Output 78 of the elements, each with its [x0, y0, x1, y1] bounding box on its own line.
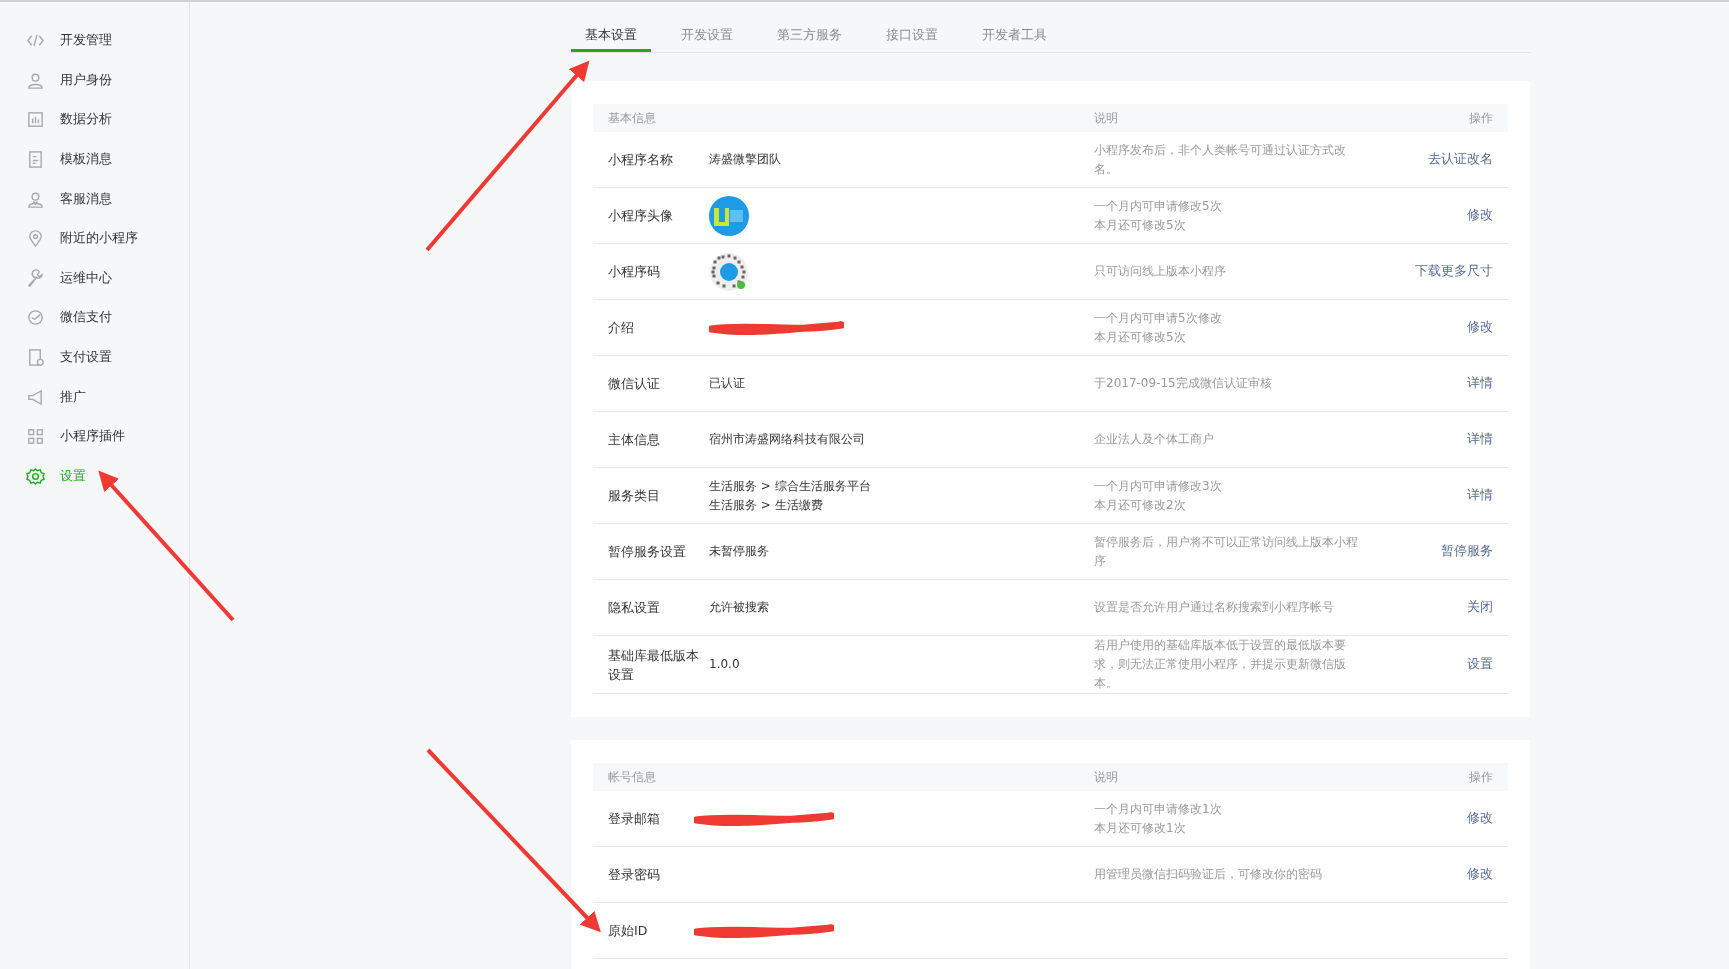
sidebar-item[interactable]: 支付设置	[0, 337, 189, 378]
description-text: 用管理员微信扫码验证后，可修改你的密码	[1094, 866, 1323, 883]
field-value: 允许被搜索	[709, 599, 770, 616]
row-label: 小程序名称	[608, 151, 674, 169]
description-text: 小程序发布后，非个人类帐号可通过认证方式改名。	[1094, 141, 1347, 178]
row-label: 登录邮箱	[608, 810, 661, 828]
row-label: 原始ID	[608, 922, 649, 940]
field-value: 1.0.0	[709, 656, 741, 673]
description-text: 只可访问线上版本小程序	[1094, 263, 1227, 280]
action-link[interactable]: 下载更多尺寸	[1415, 263, 1493, 280]
sidebar-item[interactable]: 运维中心	[0, 258, 189, 299]
column-header: 说明	[1094, 768, 1119, 786]
field-value: 已认证	[709, 375, 746, 392]
column-header: 帐号信息	[608, 768, 657, 786]
field-value: 生活服务 > 生活缴费	[709, 496, 824, 514]
document-gear-icon	[26, 348, 45, 368]
grid-icon	[26, 427, 45, 447]
row-label: 介绍	[608, 319, 635, 337]
row-label: 基础库最低版本设置	[608, 646, 700, 684]
action-link[interactable]: 修改	[1467, 319, 1493, 336]
check-circle-icon	[26, 308, 45, 328]
action-link[interactable]: 修改	[1467, 810, 1493, 827]
description-text: 若用户使用的基础库版本低于设置的最低版本要求，则无法正常使用小程序，并提示更新微信版本。	[1094, 637, 1347, 692]
row-label: 小程序码	[608, 263, 661, 281]
field-value: 涛盛微擎团队	[709, 151, 782, 168]
megaphone-icon	[26, 387, 45, 407]
description-text: 一个月内可申请修改1次 本月还可修改1次	[1094, 800, 1223, 837]
settings-icon	[26, 466, 45, 486]
column-header: 操作	[1469, 768, 1493, 786]
field-value: 生活服务 > 综合生活服务平台	[709, 477, 872, 495]
location-pin-icon	[26, 229, 45, 249]
tab[interactable]: 基本设置	[571, 22, 651, 52]
sidebar-item[interactable]: 客服消息	[0, 179, 189, 219]
action-link[interactable]: 去认证改名	[1428, 151, 1493, 168]
action-link[interactable]: 暂停服务	[1441, 543, 1493, 560]
field-value: 宿州市涛盛网络科技有限公司	[709, 431, 866, 448]
action-link[interactable]: 关闭	[1467, 599, 1493, 616]
sidebar-item[interactable]: 微信支付	[0, 298, 189, 338]
action-link[interactable]: 设置	[1467, 656, 1493, 673]
description-text: 设置是否允许用户通过名称搜索到小程序帐号	[1094, 599, 1335, 616]
action-link[interactable]: 详情	[1467, 431, 1493, 448]
column-header: 操作	[1469, 109, 1493, 127]
description-text: 一个月内可申请修改5次 本月还可修改5次	[1094, 197, 1223, 234]
action-link[interactable]: 详情	[1467, 487, 1493, 504]
row-label: 登录密码	[608, 866, 661, 884]
row-label: 小程序头像	[608, 207, 674, 225]
bar-chart-icon	[26, 110, 45, 130]
avatar	[709, 195, 749, 236]
row-label: 微信认证	[608, 375, 661, 393]
row-label: 暂停服务设置	[608, 543, 687, 561]
sidebar-item[interactable]: 数据分析	[0, 100, 189, 140]
row-label: 隐私设置	[608, 599, 661, 617]
description-text: 一个月内可申请修改3次 本月还可修改2次	[1094, 477, 1223, 514]
field-value: 未暂停服务	[709, 543, 770, 560]
sidebar-item[interactable]: 小程序插件	[0, 416, 189, 457]
description-text: 于2017-09-15完成微信认证审核	[1094, 375, 1273, 392]
description-text: 一个月内可申请5次修改 本月还可修改5次	[1094, 309, 1223, 346]
sidebar-item[interactable]: 推广	[0, 377, 189, 417]
description-text: 暂停服务后，用户将不可以正常访问线上版本小程序	[1094, 533, 1359, 570]
wrench-icon	[26, 268, 45, 288]
tab[interactable]: 第三方服务	[763, 22, 856, 52]
tab[interactable]: 开发者工具	[968, 22, 1061, 52]
action-link[interactable]: 修改	[1467, 207, 1493, 224]
action-link[interactable]: 详情	[1467, 375, 1493, 392]
row-label: 服务类目	[608, 487, 661, 505]
sidebar-item[interactable]: 用户身份	[0, 60, 189, 101]
action-link[interactable]: 修改	[1467, 866, 1493, 883]
column-header: 说明	[1094, 109, 1119, 127]
description-text: 企业法人及个体工商户	[1094, 431, 1215, 448]
qr-code-icon	[709, 251, 749, 292]
column-header: 基本信息	[608, 109, 657, 127]
row-label: 主体信息	[608, 431, 661, 449]
tab[interactable]: 开发设置	[667, 22, 747, 52]
sidebar-item[interactable]: 模板消息	[0, 139, 189, 180]
document-icon	[26, 150, 45, 170]
tab[interactable]: 接口设置	[872, 22, 952, 52]
sidebar-item[interactable]: 附近的小程序	[0, 218, 189, 259]
sidebar-item[interactable]: 开发管理	[0, 21, 189, 61]
